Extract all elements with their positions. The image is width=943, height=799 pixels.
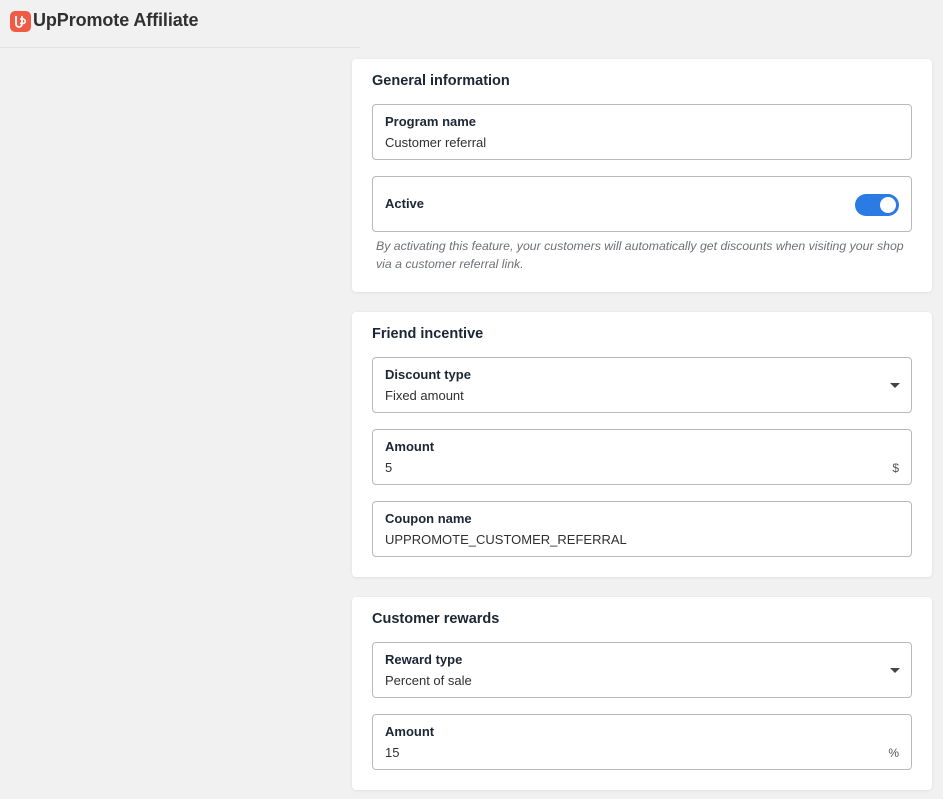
discount-type-select[interactable]: Discount type Fixed amount (372, 357, 912, 413)
active-toggle[interactable] (855, 194, 899, 216)
toggle-knob (880, 197, 896, 213)
coupon-name-value: UPPROMOTE_CUSTOMER_REFERRAL (385, 532, 627, 547)
program-name-label: Program name (385, 114, 477, 129)
friend-amount-label: Amount (385, 439, 435, 454)
discount-type-label: Discount type (385, 367, 471, 382)
general-information-title: General information (372, 73, 510, 89)
coupon-name-label: Coupon name (385, 511, 472, 526)
reward-type-value: Percent of sale (385, 673, 472, 688)
friend-incentive-card: Friend incentive Discount type Fixed amo… (352, 312, 932, 577)
uppromote-logo-icon (10, 11, 31, 32)
app-title: UpPromote Affiliate (33, 10, 199, 30)
percent-suffix: % (888, 746, 899, 760)
reward-type-select[interactable]: Reward type Percent of sale (372, 642, 912, 698)
general-information-card: General information Program name Custome… (352, 59, 932, 292)
reward-type-label: Reward type (385, 652, 463, 667)
customer-rewards-title: Customer rewards (372, 611, 500, 627)
program-name-value: Customer referral (385, 135, 487, 150)
friend-amount-field[interactable]: Amount 5 $ (372, 429, 912, 485)
active-help-text: By activating this feature, your custome… (376, 239, 904, 271)
caret-down-icon (890, 383, 900, 388)
reward-amount-field[interactable]: Amount 15 % (372, 714, 912, 770)
discount-type-value: Fixed amount (385, 388, 464, 403)
reward-amount-label: Amount (385, 724, 435, 739)
app-header: UpPromote Affiliate (0, 0, 360, 48)
reward-amount-value: 15 (385, 745, 400, 760)
customer-rewards-card: Customer rewards Reward type Percent of … (352, 597, 932, 790)
friend-amount-value: 5 (385, 460, 393, 475)
friend-incentive-title: Friend incentive (372, 326, 484, 342)
dollar-suffix: $ (892, 461, 899, 475)
active-row: Active (372, 176, 912, 232)
caret-down-icon (890, 668, 900, 673)
active-label: Active (385, 196, 425, 211)
program-name-field[interactable]: Program name Customer referral (372, 104, 912, 160)
coupon-name-field[interactable]: Coupon name UPPROMOTE_CUSTOMER_REFERRAL (372, 501, 912, 557)
